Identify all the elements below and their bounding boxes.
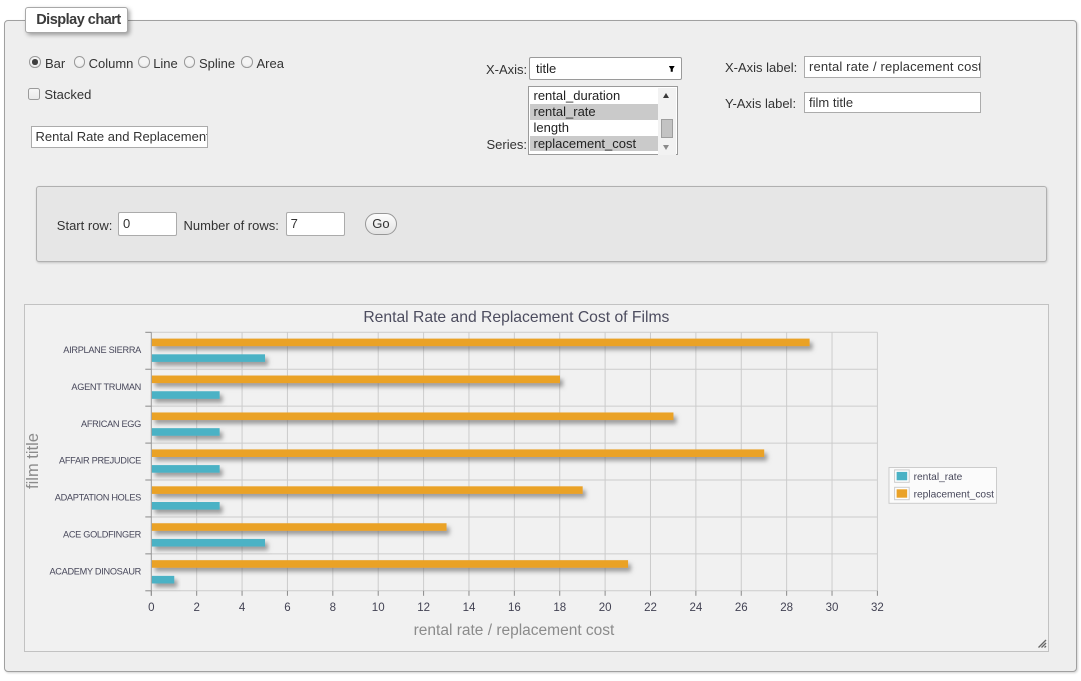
svg-text:24: 24 (689, 602, 702, 614)
svg-text:8: 8 (330, 602, 336, 614)
svg-text:10: 10 (372, 602, 385, 614)
svg-text:AGENT TRUMAN: AGENT TRUMAN (71, 382, 141, 392)
svg-text:2: 2 (193, 602, 199, 614)
svg-text:ACADEMY DINOSAUR: ACADEMY DINOSAUR (49, 566, 141, 576)
svg-text:14: 14 (463, 602, 476, 614)
svg-text:28: 28 (780, 602, 793, 614)
svg-text:0: 0 (148, 602, 154, 614)
svg-text:film title: film title (25, 433, 42, 489)
svg-text:AFFAIR PREJUDICE: AFFAIR PREJUDICE (59, 456, 141, 466)
svg-text:rental rate / replacement cost: rental rate / replacement cost (414, 622, 615, 639)
svg-text:26: 26 (735, 602, 748, 614)
svg-text:ACE GOLDFINGER: ACE GOLDFINGER (63, 530, 142, 540)
svg-text:16: 16 (508, 602, 521, 614)
svg-text:replacement_cost: replacement_cost (914, 490, 995, 501)
svg-text:rental_rate: rental_rate (914, 472, 963, 483)
svg-text:AIRPLANE SIERRA: AIRPLANE SIERRA (63, 345, 142, 355)
svg-text:Rental Rate and Replacement Co: Rental Rate and Replacement Cost of Film… (363, 309, 669, 326)
svg-text:AFRICAN EGG: AFRICAN EGG (81, 419, 141, 429)
svg-text:22: 22 (644, 602, 657, 614)
svg-text:4: 4 (239, 602, 246, 614)
svg-text:30: 30 (826, 602, 839, 614)
svg-text:20: 20 (599, 602, 612, 614)
svg-text:12: 12 (417, 602, 430, 614)
svg-text:6: 6 (284, 602, 290, 614)
svg-text:ADAPTATION HOLES: ADAPTATION HOLES (55, 493, 141, 503)
svg-text:18: 18 (553, 602, 566, 614)
svg-text:32: 32 (871, 602, 884, 614)
